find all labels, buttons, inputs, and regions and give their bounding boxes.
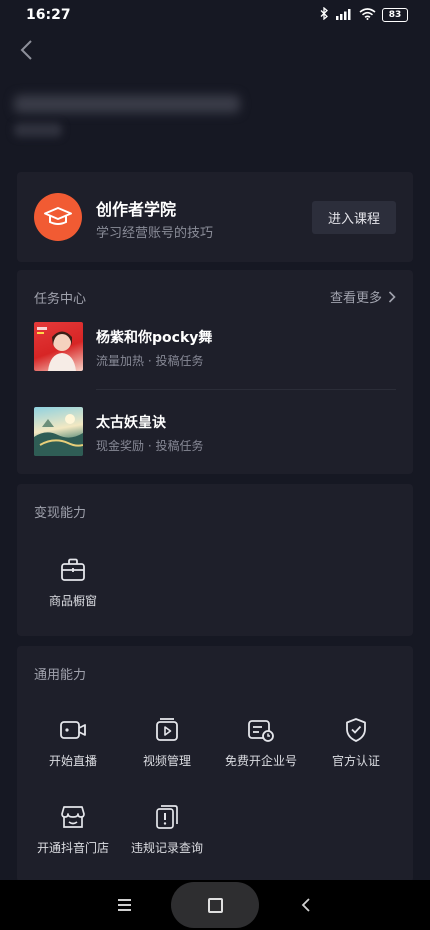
task-center-heading: 任务中心 <box>34 292 87 307</box>
task-title: 杨紫和你pocky舞 <box>96 330 213 346</box>
enterprise-account-icon <box>247 716 275 744</box>
menu-icon[interactable] <box>118 894 134 916</box>
bluetooth-icon <box>320 6 329 23</box>
task-item[interactable]: 杨紫和你pocky舞 流量加热 · 投稿任务 <box>34 322 396 372</box>
feature-label: 违规记录查询 <box>130 841 203 855</box>
feature-label: 商品橱窗 <box>48 594 97 608</box>
chevron-right-icon <box>388 290 396 303</box>
shop-window-icon <box>59 556 87 584</box>
violation-record-icon <box>153 803 181 831</box>
open-store-button[interactable]: 开通抖音门店 <box>28 803 118 856</box>
video-manage-icon <box>153 716 181 744</box>
monetization-card: 变现能力 商品橱窗 <box>17 484 413 636</box>
task-subtitle: 流量加热 · 投稿任务 <box>96 354 204 368</box>
general-capability-card: 通用能力 开始直播 视频管理 免费开企业号 官方认证 开通抖音门店 违规记录查询 <box>17 646 413 882</box>
creator-academy-card[interactable]: 创作者学院 学习经营账号的技巧 进入课程 <box>17 172 413 262</box>
account-name-blurred <box>14 95 240 113</box>
see-more-label: 查看更多 <box>329 291 382 306</box>
video-manage-button[interactable]: 视频管理 <box>122 716 212 769</box>
enter-course-button[interactable]: 进入课程 <box>312 201 396 234</box>
feature-label: 开始直播 <box>48 754 97 768</box>
task-thumbnail <box>34 322 83 371</box>
chevron-left-icon <box>301 898 310 912</box>
system-nav-bar <box>0 880 430 930</box>
status-bar: 16:27 83 <box>0 0 430 30</box>
enterprise-account-button[interactable]: 免费开企业号 <box>216 716 306 769</box>
status-icons: 83 <box>320 6 408 23</box>
home-square-icon <box>207 897 223 913</box>
battery-icon: 83 <box>382 8 408 22</box>
signal-icon <box>335 8 353 23</box>
system-back-button[interactable] <box>298 894 314 916</box>
academy-subtitle: 学习经营账号的技巧 <box>96 226 214 241</box>
task-subtitle: 现金奖励 · 投稿任务 <box>96 439 204 453</box>
see-more-link[interactable]: 查看更多 <box>330 287 396 306</box>
official-verify-button[interactable]: 官方认证 <box>311 716 401 769</box>
feature-label: 免费开企业号 <box>224 754 297 768</box>
chevron-left-icon <box>20 40 32 60</box>
live-camera-icon <box>59 716 87 744</box>
back-button[interactable] <box>14 36 38 64</box>
feature-label: 官方认证 <box>331 754 380 768</box>
feature-label: 开通抖音门店 <box>36 841 109 855</box>
monetization-heading: 变现能力 <box>34 506 87 521</box>
graduation-cap-icon <box>34 193 82 241</box>
academy-title: 创作者学院 <box>96 200 177 219</box>
store-icon <box>59 803 87 831</box>
verified-shield-icon <box>342 716 370 744</box>
home-button[interactable] <box>171 882 259 928</box>
wifi-icon <box>359 7 376 23</box>
account-id-blurred <box>14 123 62 137</box>
violation-record-button[interactable]: 违规记录查询 <box>122 803 212 856</box>
start-live-button[interactable]: 开始直播 <box>28 716 118 769</box>
task-item[interactable]: 太古妖皇诀 现金奖励 · 投稿任务 <box>34 407 396 457</box>
status-time: 16:27 <box>26 7 71 23</box>
task-thumbnail <box>34 407 83 456</box>
general-heading: 通用能力 <box>34 668 87 683</box>
divider <box>96 389 396 390</box>
task-center-card: 任务中心 查看更多 杨紫和你pocky舞 流量加热 · 投稿任务 太古妖皇诀 现… <box>17 270 413 474</box>
task-title: 太古妖皇诀 <box>96 415 166 431</box>
feature-label: 视频管理 <box>142 754 191 768</box>
shop-window-button[interactable]: 商品橱窗 <box>28 556 118 609</box>
